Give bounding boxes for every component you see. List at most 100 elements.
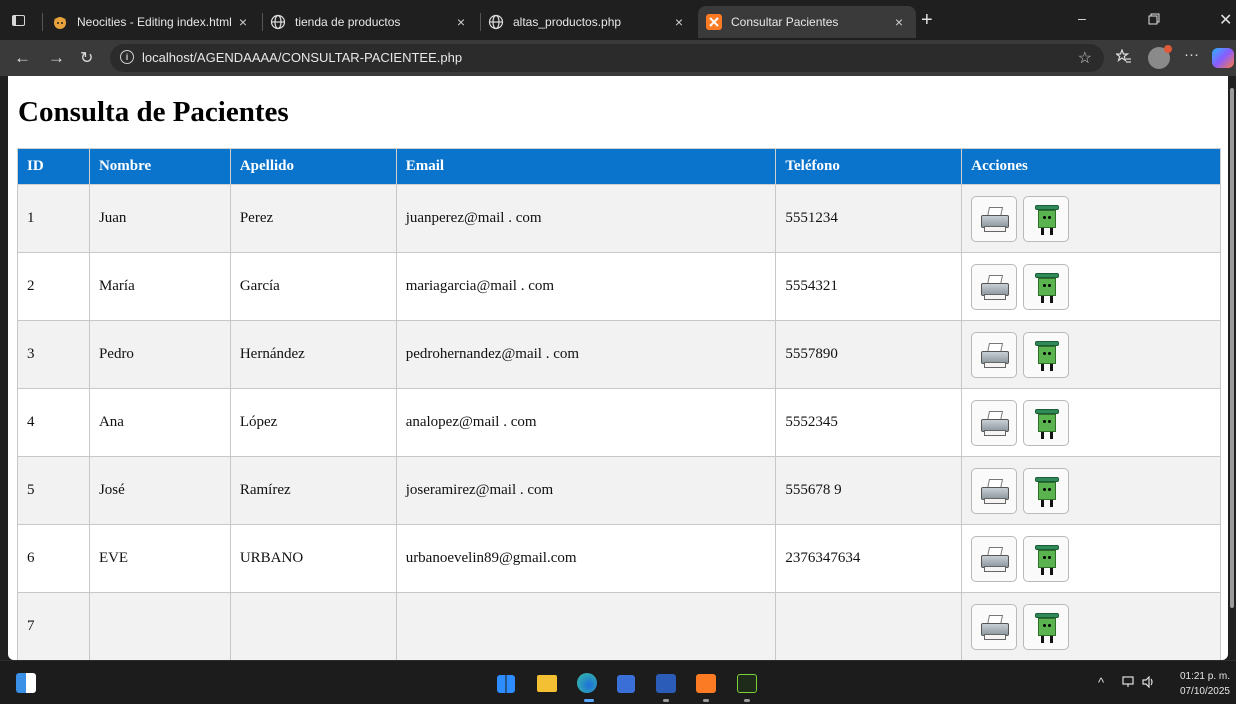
xampp-taskbar-icon[interactable] bbox=[696, 674, 716, 693]
site-info-icon[interactable]: i bbox=[120, 50, 134, 64]
edge-browser-icon[interactable] bbox=[577, 673, 597, 693]
table-row: 1 Juan Perez juanperez@mail . com 5551234 bbox=[17, 184, 1221, 253]
cell-acciones bbox=[961, 524, 1221, 593]
tab-label: Consultar Pacientes bbox=[731, 15, 839, 29]
running-app-indicator bbox=[663, 699, 669, 702]
cell-telefono bbox=[775, 592, 963, 660]
chevron-up-icon[interactable]: ^ bbox=[1098, 675, 1104, 690]
word-icon[interactable] bbox=[656, 674, 676, 693]
printer-icon bbox=[980, 274, 1010, 301]
cell-id: 2 bbox=[17, 252, 90, 321]
delete-button[interactable] bbox=[1023, 467, 1070, 514]
profile-avatar[interactable] bbox=[1148, 45, 1172, 69]
delete-button[interactable] bbox=[1023, 603, 1070, 650]
cell-id: 7 bbox=[17, 592, 90, 660]
network-icon[interactable] bbox=[1122, 676, 1136, 691]
back-icon[interactable]: ← bbox=[14, 48, 31, 68]
tab-close-icon[interactable]: × bbox=[888, 14, 910, 30]
globe-icon bbox=[270, 14, 286, 30]
cell-apellido: Hernández bbox=[229, 320, 397, 389]
delete-button[interactable] bbox=[1023, 331, 1070, 378]
clock-time[interactable]: 01:21 p. m. bbox=[1166, 671, 1230, 682]
cell-email: pedrohernandez@mail . com bbox=[395, 320, 777, 389]
cell-apellido: Ramírez bbox=[229, 456, 397, 525]
cell-email: mariagarcia@mail . com bbox=[395, 252, 777, 321]
cell-telefono: 5557890 bbox=[775, 320, 963, 389]
delete-button[interactable] bbox=[1023, 263, 1070, 310]
scrollbar-thumb[interactable] bbox=[1230, 88, 1234, 608]
print-button[interactable] bbox=[971, 195, 1018, 242]
favorite-star-icon[interactable]: ☆ bbox=[1078, 48, 1092, 68]
tab-close-icon[interactable]: × bbox=[232, 14, 254, 30]
minimize-icon[interactable]: – bbox=[1078, 10, 1086, 26]
trash-can-icon bbox=[1035, 407, 1060, 441]
forward-icon[interactable]: → bbox=[48, 48, 65, 68]
copilot-icon[interactable] bbox=[1212, 48, 1234, 68]
delete-button[interactable] bbox=[1023, 535, 1070, 582]
cell-apellido bbox=[229, 592, 397, 660]
tab-actions-icon[interactable] bbox=[8, 10, 30, 32]
url-text[interactable]: localhost/AGENDAAAA/CONSULTAR-PACIENTEE.… bbox=[142, 50, 462, 65]
print-button[interactable] bbox=[971, 263, 1018, 310]
browser-toolbar: ← → ↻ i localhost/AGENDAAAA/CONSULTAR-PA… bbox=[0, 40, 1236, 76]
cell-id: 4 bbox=[17, 388, 90, 457]
column-header-telefono: Teléfono bbox=[775, 148, 963, 185]
trash-can-icon bbox=[1035, 203, 1060, 237]
cell-email: joseramirez@mail . com bbox=[395, 456, 777, 525]
snap-layout-app-icon[interactable] bbox=[16, 673, 36, 693]
globe-icon bbox=[488, 14, 504, 30]
printer-icon bbox=[980, 546, 1010, 573]
running-app-indicator bbox=[744, 699, 750, 702]
tab-label: tienda de productos bbox=[295, 15, 401, 29]
cell-apellido: URBANO bbox=[229, 524, 397, 593]
cell-email: juanperez@mail . com bbox=[395, 184, 777, 253]
print-button[interactable] bbox=[971, 535, 1018, 582]
cell-telefono: 2376347634 bbox=[775, 524, 963, 593]
page-scrollbar[interactable] bbox=[1228, 76, 1236, 660]
cell-apellido: López bbox=[229, 388, 397, 457]
new-tab-button[interactable]: + bbox=[921, 10, 933, 30]
close-window-icon[interactable]: ✕ bbox=[1219, 10, 1232, 30]
print-button[interactable] bbox=[971, 399, 1018, 446]
cell-telefono: 5554321 bbox=[775, 252, 963, 321]
tab-close-icon[interactable]: × bbox=[450, 14, 472, 30]
cell-acciones bbox=[961, 252, 1221, 321]
cell-id: 5 bbox=[17, 456, 90, 525]
store-icon[interactable] bbox=[617, 675, 635, 693]
cell-apellido: Perez bbox=[229, 184, 397, 253]
more-menu-icon[interactable]: ··· bbox=[1184, 46, 1199, 63]
delete-button[interactable] bbox=[1023, 399, 1070, 446]
delete-button[interactable] bbox=[1023, 195, 1070, 242]
cell-telefono: 5552345 bbox=[775, 388, 963, 457]
trash-can-icon bbox=[1035, 543, 1060, 577]
address-bar[interactable]: i localhost/AGENDAAAA/CONSULTAR-PACIENTE… bbox=[110, 44, 1104, 72]
page-title: Consulta de Pacientes bbox=[18, 96, 289, 128]
tab-close-icon[interactable]: × bbox=[668, 14, 690, 30]
windows-start-icon[interactable] bbox=[497, 675, 515, 693]
cell-telefono: 5551234 bbox=[775, 184, 963, 253]
reload-icon[interactable]: ↻ bbox=[80, 48, 93, 68]
tab-altas-productos[interactable]: altas_productos.php × bbox=[480, 6, 696, 38]
tab-neocities[interactable]: Neocities - Editing index.html × bbox=[44, 6, 260, 38]
page-viewport: Consulta de Pacientes ID Nombre Apellido… bbox=[8, 76, 1228, 660]
print-button[interactable] bbox=[971, 603, 1018, 650]
restore-icon[interactable] bbox=[1148, 12, 1160, 28]
cell-nombre bbox=[88, 592, 231, 660]
cell-email: urbanoevelin89@gmail.com bbox=[395, 524, 777, 593]
cell-nombre: Ana bbox=[88, 388, 231, 457]
column-header-acciones: Acciones bbox=[961, 148, 1221, 185]
cell-acciones bbox=[961, 456, 1221, 525]
print-button[interactable] bbox=[971, 467, 1018, 514]
patients-table: ID Nombre Apellido Email Teléfono Accion… bbox=[17, 148, 1221, 660]
dreamweaver-icon[interactable] bbox=[737, 674, 757, 693]
cell-nombre: Juan bbox=[88, 184, 231, 253]
print-button[interactable] bbox=[971, 331, 1018, 378]
clock-date[interactable]: 07/10/2025 bbox=[1166, 686, 1230, 697]
favorites-icon[interactable] bbox=[1114, 48, 1132, 69]
trash-can-icon bbox=[1035, 475, 1060, 509]
tab-consultar-pacientes[interactable]: Consultar Pacientes × bbox=[698, 6, 916, 38]
file-explorer-icon[interactable] bbox=[537, 675, 557, 692]
tab-tienda-productos[interactable]: tienda de productos × bbox=[262, 6, 478, 38]
cell-acciones bbox=[961, 184, 1221, 253]
volume-icon[interactable] bbox=[1142, 675, 1156, 691]
